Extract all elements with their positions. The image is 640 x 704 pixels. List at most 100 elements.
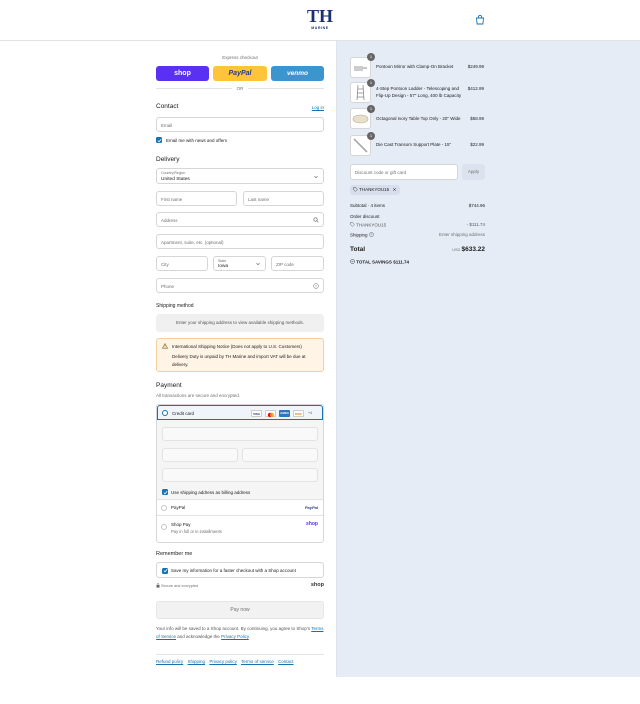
paypal-radio[interactable] — [161, 505, 167, 511]
contact-link[interactable]: Contact — [278, 659, 294, 664]
order-discount-label: Order discount — [350, 214, 380, 219]
shop-pay-button[interactable]: shop — [156, 66, 209, 81]
total-savings-value: $111.74 — [393, 259, 409, 265]
paypal-option-label: PayPal — [171, 505, 186, 510]
help-icon[interactable]: ? — [313, 283, 319, 289]
security-code-field[interactable] — [242, 448, 318, 462]
currency-code: USD — [452, 248, 461, 252]
credit-card-option[interactable]: Credit card VISA AMEX DISC +4 — [157, 405, 323, 420]
country-value: United States — [161, 176, 190, 182]
shop-pay-option[interactable]: Shop Pay Pay in full or in installments … — [157, 516, 323, 542]
save-info-label: Save my information for a faster checkou… — [171, 568, 296, 573]
order-discount-row: Order discount — [350, 214, 485, 219]
warning-icon — [162, 343, 168, 349]
quantity-badge: 1 — [367, 53, 375, 61]
footer-links: Refund policy Shipping Privacy policy Te… — [156, 659, 297, 664]
privacy-policy-link[interactable]: Privacy Policy — [221, 634, 249, 639]
privacy-policy-footer-link[interactable]: Privacy policy — [209, 659, 237, 664]
amex-icon: AMEX — [279, 410, 290, 417]
credit-card-radio[interactable] — [162, 410, 168, 416]
th-marine-logo[interactable]: TH MARINE — [306, 6, 334, 35]
legal-text-middle: and acknowledge the — [177, 634, 220, 639]
checkout-form: Express checkout shop PayPal venmo OR Co… — [0, 41, 336, 704]
discount-code-row: THANKYOU15 - $111.74 — [350, 222, 485, 228]
shopping-bag-icon[interactable] — [474, 14, 486, 26]
or-divider-label: OR — [232, 86, 248, 91]
shop-pay-radio[interactable] — [161, 524, 167, 530]
paypal-button[interactable]: PayPal — [213, 66, 267, 81]
quantity-badge: 1 — [367, 79, 375, 87]
newsletter-label: Email me with news and offers — [166, 138, 227, 143]
first-name-placeholder: First name — [161, 196, 183, 202]
city-field[interactable]: City — [156, 256, 208, 271]
logo-mark: TH — [306, 6, 333, 26]
card-number-field[interactable] — [162, 427, 318, 441]
payment-methods: Credit card VISA AMEX DISC +4 Use shippi… — [156, 404, 324, 543]
last-name-field[interactable]: Last name — [243, 191, 324, 206]
discover-icon: DISC — [293, 410, 304, 417]
payment-subtitle: All transactions are secure and encrypte… — [156, 393, 241, 398]
save-info-checkbox[interactable] — [162, 567, 168, 574]
secure-label: Secure and encrypted — [161, 583, 199, 588]
state-value: Iowa — [218, 263, 229, 269]
svg-text:?: ? — [370, 233, 372, 237]
state-select[interactable]: State Iowa — [213, 256, 266, 271]
shop-logo: shop — [310, 582, 324, 588]
credit-card-label: Credit card — [172, 410, 195, 416]
shipping-value: Enter shipping address — [438, 232, 485, 237]
remove-discount-icon[interactable] — [392, 187, 397, 192]
savings-tag-icon — [350, 259, 355, 264]
product-name: Octagonal Ivory Table Top Only - 20" Wid… — [376, 116, 461, 121]
shipping-label: Shipping — [350, 232, 368, 238]
terms-of-service-footer-link[interactable]: Terms of service — [241, 659, 274, 664]
contact-title: Contact — [156, 103, 179, 110]
total-row: Total USD $633.22 — [350, 246, 485, 256]
applied-discount-tag: THANKYOU15 — [350, 185, 401, 195]
shop-pay-label: Shop Pay — [171, 522, 191, 527]
paypal-option[interactable]: PayPal PayPal — [157, 500, 323, 516]
discount-code-label: THANKYOU15 — [356, 222, 387, 228]
subtotal-row: Subtotal · 4 items $744.96 — [350, 203, 485, 208]
pay-now-button[interactable]: Pay now — [156, 601, 324, 619]
header: TH MARINE — [0, 0, 640, 41]
country-select[interactable]: Country/Region United States — [156, 168, 324, 184]
apply-button[interactable]: Apply — [462, 164, 485, 180]
name-on-card-field[interactable] — [162, 468, 318, 482]
apartment-field[interactable]: Apartment, suite, etc. (optional) — [156, 234, 324, 249]
subtotal-label: Subtotal · 4 items — [350, 203, 386, 208]
login-link[interactable]: Log in — [312, 105, 324, 110]
billing-address-checkbox[interactable] — [162, 489, 168, 495]
logo-text: MARINE — [311, 26, 329, 30]
legal-text: Your info will be saved to a Shop accoun… — [156, 625, 324, 641]
shop-pay-logo: shop — [306, 521, 318, 527]
phone-placeholder: Phone — [161, 283, 175, 289]
product-price: $412.99 — [467, 86, 484, 91]
notice-body: Delivery Duty is unpaid by TH Marine and… — [172, 354, 306, 367]
first-name-field[interactable]: First name — [156, 191, 237, 206]
zip-field[interactable]: ZIP code — [271, 256, 324, 271]
expiration-field[interactable] — [162, 448, 238, 462]
discount-code-field[interactable]: Discount code or gift card — [350, 164, 458, 180]
email-field[interactable]: Email — [156, 117, 324, 132]
phone-field[interactable]: Phone ? — [156, 278, 324, 293]
address-field[interactable]: Address — [156, 212, 324, 227]
legal-text-before: Your info will be saved to a Shop accoun… — [156, 626, 311, 631]
refund-policy-link[interactable]: Refund policy — [156, 659, 183, 664]
apartment-placeholder: Apartment, suite, etc. (optional) — [161, 239, 224, 245]
chevron-down-icon — [256, 262, 260, 266]
state-label: State — [218, 259, 227, 263]
venmo-button[interactable]: venmo — [271, 66, 324, 81]
shipping-link[interactable]: Shipping — [188, 659, 206, 664]
footer-divider — [156, 654, 324, 655]
chevron-down-icon — [314, 175, 318, 179]
info-icon[interactable]: ? — [369, 232, 374, 237]
shipping-methods-placeholder: Enter your shipping address to view avai… — [156, 314, 324, 332]
remember-me-box: Save my information for a faster checkou… — [156, 562, 324, 578]
delivery-title: Delivery — [156, 156, 180, 163]
discount-placeholder: Discount code or gift card — [355, 170, 407, 175]
newsletter-checkbox[interactable] — [156, 137, 162, 143]
billing-address-label: Use shipping address as billing address — [171, 489, 251, 495]
visa-icon: VISA — [251, 410, 262, 417]
notice-title: International Shipping Notice (Does not … — [172, 344, 302, 349]
product-name: 4-Step Pontoon Ladder - Telescoping and … — [376, 86, 462, 98]
